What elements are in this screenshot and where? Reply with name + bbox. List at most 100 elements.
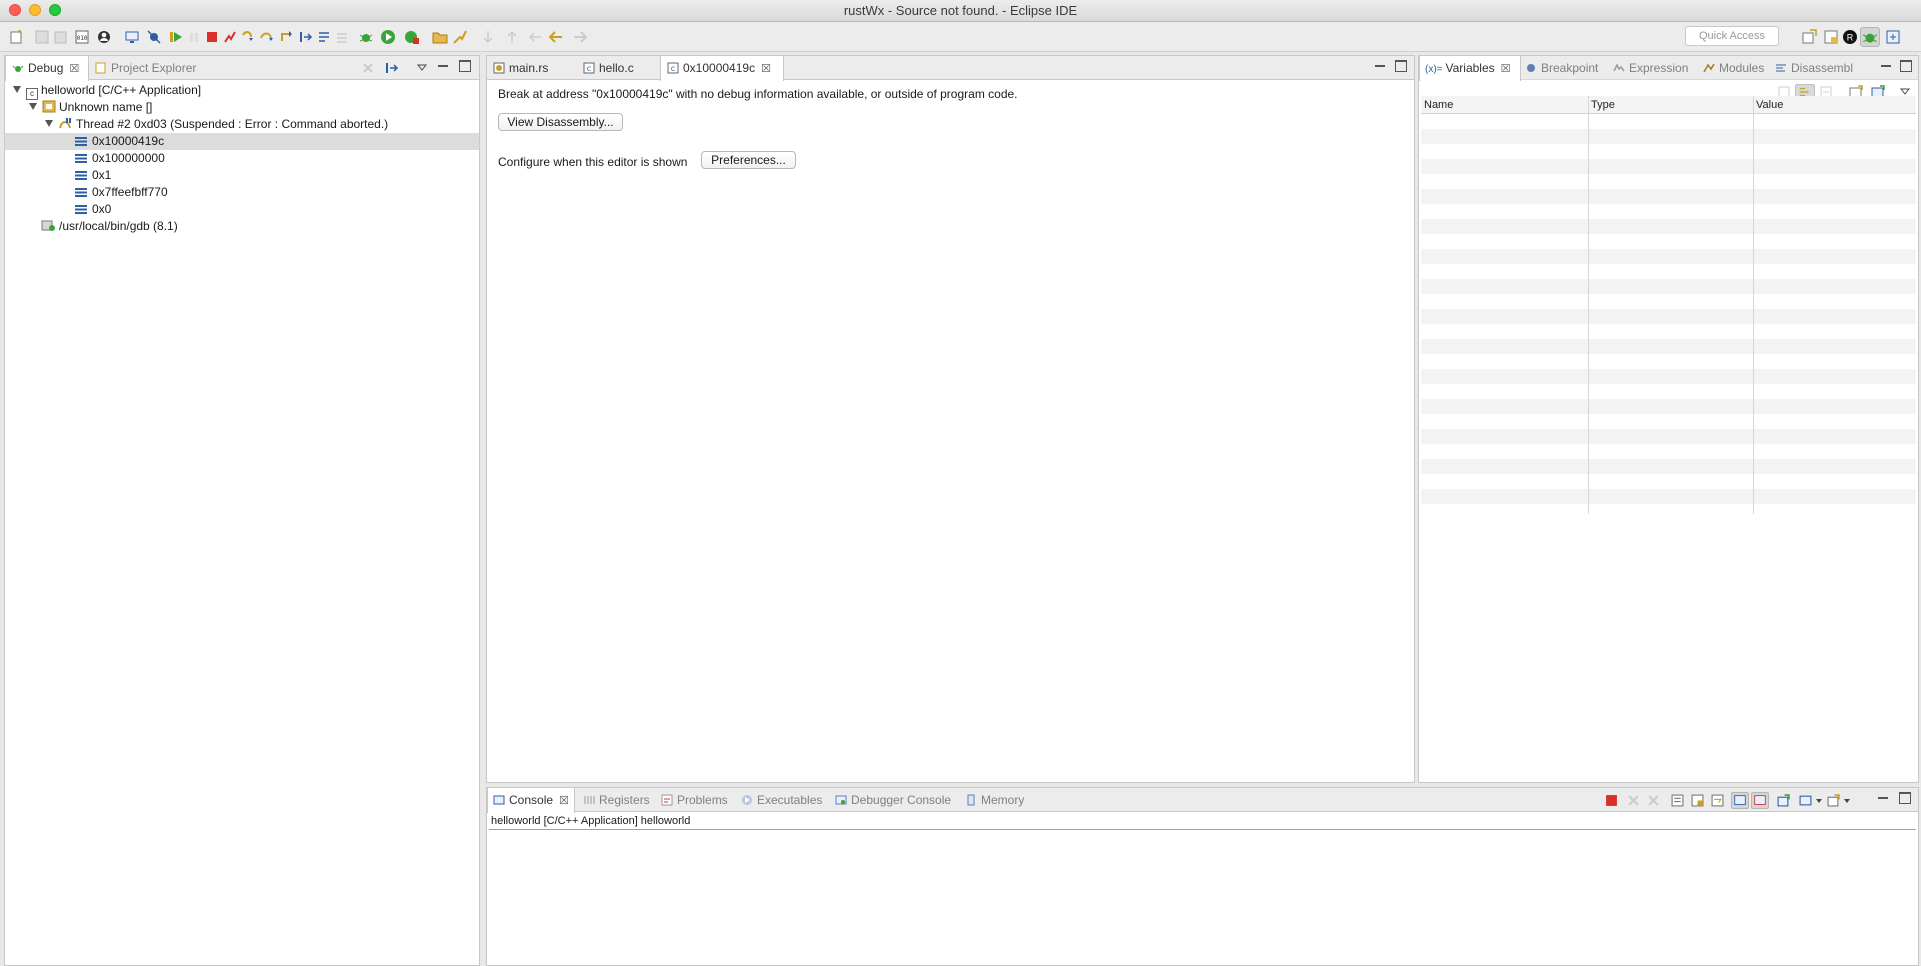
tree-item-frame[interactable]: 0x100000000 xyxy=(75,150,165,167)
tab-modules[interactable]: Modules xyxy=(1703,56,1764,80)
column-divider[interactable] xyxy=(1588,96,1589,514)
expand-twisty-icon[interactable] xyxy=(29,103,37,110)
debug-perspective-icon[interactable] xyxy=(1860,27,1880,47)
minimize-editor-button[interactable] xyxy=(1374,60,1386,72)
tab-debugger-console[interactable]: Debugger Console xyxy=(835,788,951,812)
next-annotation-icon[interactable] xyxy=(480,29,496,45)
chevron-down-icon[interactable] xyxy=(1843,797,1851,805)
last-edit-icon[interactable] xyxy=(528,29,544,45)
skip-breakpoints-icon[interactable] xyxy=(146,29,162,45)
view-menu-chevron-down-icon[interactable] xyxy=(417,63,427,73)
open-perspective-icon[interactable] xyxy=(1801,29,1817,45)
profile-icon[interactable] xyxy=(96,29,112,45)
close-tab-icon[interactable]: ☒ xyxy=(69,57,79,81)
word-wrap-icon[interactable] xyxy=(1711,794,1724,807)
tab-debug[interactable]: Debug ☒ xyxy=(5,56,89,81)
forward-icon[interactable] xyxy=(572,29,588,45)
new-file-icon[interactable] xyxy=(9,29,25,45)
remove-terminated-icon[interactable] xyxy=(361,61,375,75)
save-icon[interactable] xyxy=(34,29,50,45)
maximize-console-button[interactable] xyxy=(1899,792,1911,804)
column-name[interactable]: Name xyxy=(1421,96,1588,114)
tab-breakpoints[interactable]: Breakpoint xyxy=(1525,56,1598,80)
tree-item-frame[interactable]: 0x7ffeefbff770 xyxy=(75,184,168,201)
minimize-debug-view-button[interactable] xyxy=(437,60,449,72)
remove-launch-icon[interactable] xyxy=(1627,794,1640,807)
show-console-on-stdout-icon[interactable] xyxy=(1731,792,1749,809)
minimize-variables-view-button[interactable] xyxy=(1880,60,1892,72)
tab-problems[interactable]: Problems xyxy=(661,788,728,812)
tab-console[interactable]: Console ☒ xyxy=(487,788,575,813)
suspend-icon[interactable] xyxy=(186,29,202,45)
chevron-down-icon[interactable] xyxy=(1815,797,1823,805)
drop-to-frame-icon[interactable] xyxy=(316,29,332,45)
tree-item-thread[interactable]: Thread #2 0xd03 (Suspended : Error : Com… xyxy=(45,116,388,133)
save-all-icon[interactable] xyxy=(52,29,68,45)
open-console-icon[interactable] xyxy=(1827,794,1840,807)
tab-variables[interactable]: (x)= Variables ☒ xyxy=(1419,56,1521,81)
close-tab-icon[interactable]: ☒ xyxy=(1501,57,1511,81)
previous-annotation-icon[interactable] xyxy=(504,29,520,45)
tab-expressions[interactable]: Expression xyxy=(1613,56,1688,80)
tree-item-frame[interactable]: 0x10000419c xyxy=(5,133,479,150)
debug-icon[interactable] xyxy=(358,29,374,45)
maximize-variables-view-button[interactable] xyxy=(1900,60,1912,72)
use-step-filters-icon[interactable] xyxy=(334,29,350,45)
terminate-icon[interactable] xyxy=(204,29,220,45)
tab-hello-c[interactable]: c hello.c xyxy=(583,56,634,80)
instruction-stepping-icon[interactable] xyxy=(298,29,314,45)
maximize-debug-view-button[interactable] xyxy=(459,60,471,72)
close-tab-icon[interactable]: ☒ xyxy=(559,789,569,813)
tree-item-frame[interactable]: 0x0 xyxy=(75,201,111,218)
scroll-lock-icon[interactable] xyxy=(1691,794,1704,807)
tree-item-application[interactable]: c helloworld [C/C++ Application] xyxy=(13,82,201,100)
rust-perspective-icon[interactable]: R xyxy=(1842,29,1858,45)
tab-address-editor[interactable]: c 0x10000419c ☒ xyxy=(660,56,784,81)
maximize-editor-button[interactable] xyxy=(1395,60,1407,72)
terminate-icon[interactable] xyxy=(1605,794,1618,807)
show-console-on-stderr-icon[interactable] xyxy=(1751,792,1769,809)
binary-icon[interactable]: 010 xyxy=(74,29,90,45)
remove-all-terminated-icon[interactable] xyxy=(1647,794,1660,807)
close-tab-icon[interactable]: ☒ xyxy=(761,57,771,81)
view-disassembly-button[interactable]: View Disassembly... xyxy=(498,113,623,131)
disconnect-icon[interactable] xyxy=(222,29,238,45)
expand-twisty-icon[interactable] xyxy=(45,120,53,127)
c-file-icon: c xyxy=(583,62,595,74)
tab-memory[interactable]: Memory xyxy=(965,788,1024,812)
minimize-console-button[interactable] xyxy=(1877,792,1889,804)
rust-file-icon xyxy=(493,62,505,74)
quick-access-input[interactable]: Quick Access xyxy=(1685,26,1779,46)
c-file-icon: c xyxy=(667,62,679,74)
expand-twisty-icon[interactable] xyxy=(13,86,21,93)
back-icon[interactable] xyxy=(548,29,564,45)
variables-table-body[interactable] xyxy=(1421,114,1916,514)
tree-item-process[interactable]: Unknown name [] xyxy=(29,99,152,116)
cpp-perspective-icon[interactable] xyxy=(1823,29,1839,45)
pin-console-icon[interactable] xyxy=(1777,794,1790,807)
tab-disassembly[interactable]: Disassembl xyxy=(1775,56,1853,80)
preferences-button[interactable]: Preferences... xyxy=(701,151,796,169)
tab-registers[interactable]: Registers xyxy=(583,788,650,812)
display-selected-console-icon[interactable] xyxy=(1799,794,1812,807)
team-perspective-icon[interactable] xyxy=(1885,29,1901,45)
step-return-icon[interactable] xyxy=(278,29,294,45)
external-tools-icon[interactable] xyxy=(404,29,420,45)
step-filter-icon[interactable] xyxy=(385,61,399,75)
column-type[interactable]: Type xyxy=(1588,96,1753,114)
monitor-icon[interactable] xyxy=(124,29,140,45)
step-into-icon[interactable] xyxy=(240,29,256,45)
tree-item-gdb[interactable]: /usr/local/bin/gdb (8.1) xyxy=(41,218,178,235)
tab-executables[interactable]: Executables xyxy=(741,788,822,812)
tab-project-explorer[interactable]: Project Explorer xyxy=(95,56,196,80)
step-over-icon[interactable] xyxy=(258,29,274,45)
clear-console-icon[interactable] xyxy=(1671,794,1684,807)
column-divider[interactable] xyxy=(1753,96,1754,514)
launch-icon[interactable] xyxy=(452,29,468,45)
column-value[interactable]: Value xyxy=(1753,96,1918,114)
open-folder-icon[interactable] xyxy=(432,29,448,45)
tab-main-rs[interactable]: main.rs xyxy=(493,56,548,80)
run-icon[interactable] xyxy=(380,29,396,45)
resume-icon[interactable] xyxy=(168,29,184,45)
tree-item-frame[interactable]: 0x1 xyxy=(75,167,111,184)
